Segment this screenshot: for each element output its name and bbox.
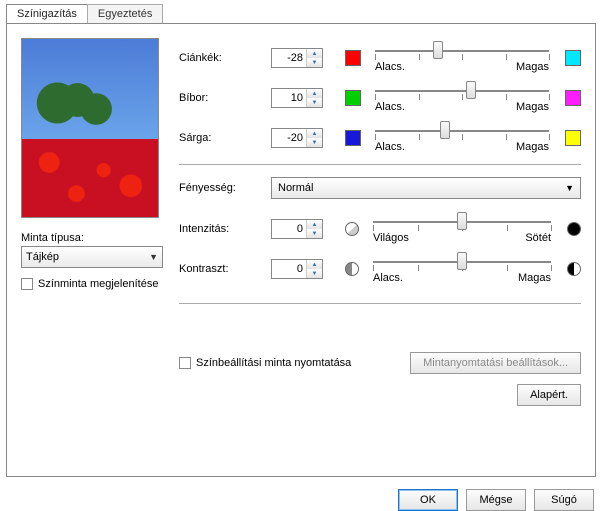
- intensity-input[interactable]: [272, 220, 306, 238]
- chevron-down-icon: ▼: [149, 252, 158, 262]
- contrast-label: Kontraszt:: [179, 263, 271, 275]
- intensity-spinner[interactable]: ▲▼: [271, 219, 323, 239]
- spinner-up-icon[interactable]: ▲: [307, 129, 322, 138]
- cancel-button[interactable]: Mégse: [466, 489, 526, 511]
- yellow-high-label: Magas: [516, 141, 549, 153]
- cyan-label: Ciánkék:: [179, 52, 271, 64]
- slider-knob[interactable]: [457, 252, 467, 270]
- yellow-low-label: Alacs.: [375, 141, 405, 153]
- contrast-input[interactable]: [272, 260, 306, 278]
- sample-type-combo[interactable]: Tájkép ▼: [21, 246, 163, 268]
- brightness-label: Fényesség:: [179, 182, 271, 194]
- yellow-low-swatch: [345, 130, 361, 146]
- checkbox-box: [21, 278, 33, 290]
- spinner-down-icon[interactable]: ▼: [307, 269, 322, 278]
- print-sample-label: Színbeállítási minta nyomtatása: [196, 357, 351, 369]
- yellow-high-swatch: [565, 130, 581, 146]
- intensity-low-icon: [345, 222, 359, 236]
- spinner-up-icon[interactable]: ▲: [307, 89, 322, 98]
- magenta-slider[interactable]: [375, 83, 549, 99]
- spinner-down-icon[interactable]: ▼: [307, 138, 322, 147]
- magenta-label: Bíbor:: [179, 92, 271, 104]
- contrast-low-label: Alacs.: [373, 272, 403, 284]
- chevron-down-icon: ▼: [565, 183, 574, 193]
- spinner-down-icon[interactable]: ▼: [307, 58, 322, 67]
- spinner-down-icon[interactable]: ▼: [307, 229, 322, 238]
- cyan-input[interactable]: [272, 49, 306, 67]
- cyan-high-label: Magas: [516, 61, 549, 73]
- spinner-up-icon[interactable]: ▲: [307, 49, 322, 58]
- tab-matching[interactable]: Egyeztetés: [87, 4, 163, 23]
- defaults-button[interactable]: Alapért.: [517, 384, 581, 406]
- tab-color-adjust[interactable]: Színigazítás: [6, 4, 88, 23]
- show-sample-label: Színminta megjelenítése: [38, 278, 158, 290]
- spinner-down-icon[interactable]: ▼: [307, 98, 322, 107]
- yellow-spinner[interactable]: ▲▼: [271, 128, 323, 148]
- pattern-settings-button: Mintanyomtatási beállítások...: [410, 352, 581, 374]
- yellow-label: Sárga:: [179, 132, 271, 144]
- intensity-label: Intenzitás:: [179, 223, 271, 235]
- checkbox-box: [179, 357, 191, 369]
- yellow-slider[interactable]: [375, 123, 549, 139]
- slider-knob[interactable]: [457, 212, 467, 230]
- cyan-low-label: Alacs.: [375, 61, 405, 73]
- cyan-spinner[interactable]: ▲▼: [271, 48, 323, 68]
- print-sample-checkbox[interactable]: Színbeállítási minta nyomtatása: [179, 357, 351, 369]
- spinner-up-icon[interactable]: ▲: [307, 220, 322, 229]
- contrast-slider[interactable]: [373, 254, 551, 270]
- tab-panel: Minta típusa: Tájkép ▼ Színminta megjele…: [6, 23, 596, 477]
- magenta-low-swatch: [345, 90, 361, 106]
- contrast-high-label: Magas: [518, 272, 551, 284]
- magenta-input[interactable]: [272, 89, 306, 107]
- sample-type-value: Tájkép: [26, 251, 59, 263]
- ok-button[interactable]: OK: [398, 489, 458, 511]
- yellow-input[interactable]: [272, 129, 306, 147]
- magenta-low-label: Alacs.: [375, 101, 405, 113]
- magenta-spinner[interactable]: ▲▼: [271, 88, 323, 108]
- intensity-high-label: Sötét: [525, 232, 551, 244]
- brightness-value: Normál: [278, 182, 313, 194]
- intensity-high-icon: [567, 222, 581, 236]
- magenta-high-swatch: [565, 90, 581, 106]
- slider-knob[interactable]: [466, 81, 476, 99]
- contrast-low-icon: [345, 262, 359, 276]
- slider-knob[interactable]: [433, 41, 443, 59]
- intensity-low-label: Világos: [373, 232, 409, 244]
- sample-type-label: Minta típusa:: [21, 232, 165, 244]
- magenta-high-label: Magas: [516, 101, 549, 113]
- contrast-high-icon: [567, 262, 581, 276]
- preview-thumbnail: [21, 38, 159, 218]
- intensity-slider[interactable]: [373, 214, 551, 230]
- brightness-combo[interactable]: Normál ▼: [271, 177, 581, 199]
- cyan-low-swatch: [345, 50, 361, 66]
- slider-knob[interactable]: [440, 121, 450, 139]
- contrast-spinner[interactable]: ▲▼: [271, 259, 323, 279]
- help-button[interactable]: Súgó: [534, 489, 594, 511]
- cyan-slider[interactable]: [375, 43, 549, 59]
- cyan-high-swatch: [565, 50, 581, 66]
- spinner-up-icon[interactable]: ▲: [307, 260, 322, 269]
- show-sample-checkbox[interactable]: Színminta megjelenítése: [21, 278, 165, 290]
